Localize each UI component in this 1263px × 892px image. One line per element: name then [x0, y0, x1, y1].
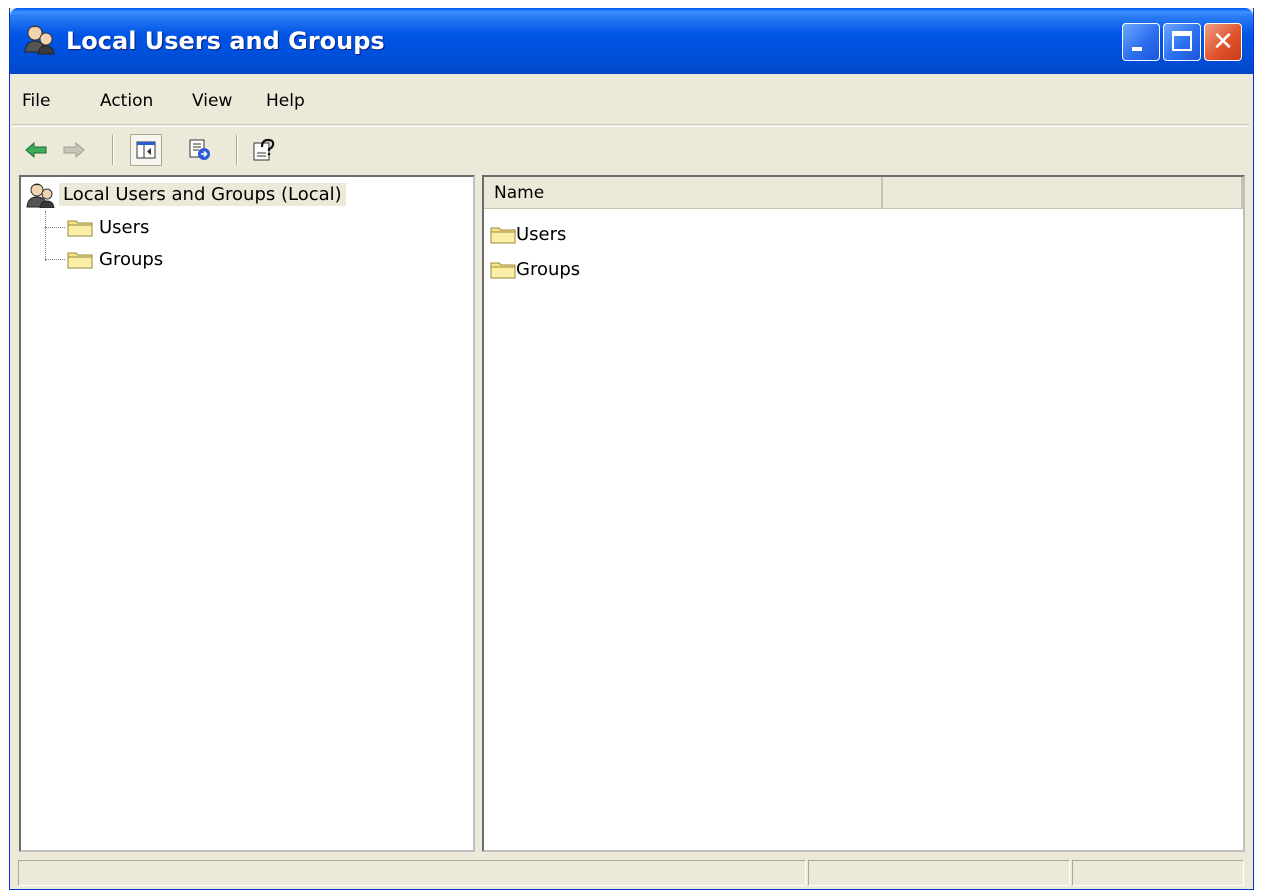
tree-root-label: Local Users and Groups (Local) — [59, 182, 346, 206]
show-hide-tree-button[interactable] — [130, 134, 162, 166]
help-button[interactable] — [248, 134, 280, 166]
show-hide-console-tree-icon — [136, 141, 156, 159]
tree-root[interactable]: Local Users and Groups (Local) — [25, 179, 346, 209]
toolbar — [12, 126, 1249, 172]
menu-file[interactable]: File — [22, 88, 50, 114]
folder-icon — [67, 252, 93, 269]
menu-bar: File Action View Help — [12, 78, 1249, 125]
list-item-label: Users — [516, 223, 567, 245]
export-list-button[interactable] — [184, 134, 216, 166]
forward-button[interactable] — [58, 134, 90, 166]
close-icon: ✕ — [1212, 27, 1234, 57]
status-segment — [808, 860, 1070, 886]
tree-item-users[interactable]: Users — [67, 212, 149, 242]
folder-icon — [490, 227, 516, 244]
title-bar[interactable]: Local Users and Groups ✕ — [10, 8, 1253, 74]
tree-item-groups[interactable]: Groups — [67, 244, 163, 274]
menu-view[interactable]: View — [192, 88, 232, 114]
tree-connector — [45, 227, 65, 228]
close-button[interactable]: ✕ — [1204, 23, 1242, 61]
forward-arrow-icon — [63, 141, 85, 159]
back-button[interactable] — [20, 134, 52, 166]
users-groups-icon — [24, 25, 55, 55]
toolbar-separator — [112, 135, 114, 165]
tree-item-label: Groups — [99, 248, 164, 270]
minimize-icon — [1132, 47, 1142, 51]
app-window: Local Users and Groups ✕ File Action Vie… — [9, 8, 1254, 890]
menu-action[interactable]: Action — [100, 88, 153, 114]
column-header-blank[interactable] — [883, 177, 1243, 209]
back-arrow-icon — [25, 141, 47, 159]
toolbar-separator — [236, 135, 238, 165]
menu-help[interactable]: Help — [266, 88, 305, 114]
pane-splitter[interactable] — [475, 175, 482, 852]
users-groups-icon — [26, 183, 55, 208]
folder-icon — [490, 262, 516, 279]
results-pane[interactable]: Name Users Groups — [482, 175, 1245, 852]
column-header-name[interactable]: Name — [484, 177, 883, 209]
list-item-users[interactable]: Users — [490, 219, 566, 249]
window-title: Local Users and Groups — [66, 27, 385, 55]
help-icon — [253, 138, 275, 161]
status-bar — [12, 856, 1249, 888]
status-segment — [18, 860, 806, 886]
tree-item-label: Users — [99, 216, 150, 238]
tree-connector — [45, 211, 46, 261]
maximize-button[interactable] — [1163, 23, 1201, 61]
folder-icon — [67, 220, 93, 237]
tree-connector — [45, 259, 65, 260]
list-item-groups[interactable]: Groups — [490, 254, 580, 284]
minimize-button[interactable] — [1122, 23, 1160, 61]
status-segment — [1072, 860, 1244, 886]
list-item-label: Groups — [516, 258, 581, 280]
console-tree-pane[interactable]: Local Users and Groups (Local) Users Gro… — [19, 175, 475, 852]
maximize-icon — [1172, 31, 1192, 51]
export-list-icon — [189, 139, 210, 160]
